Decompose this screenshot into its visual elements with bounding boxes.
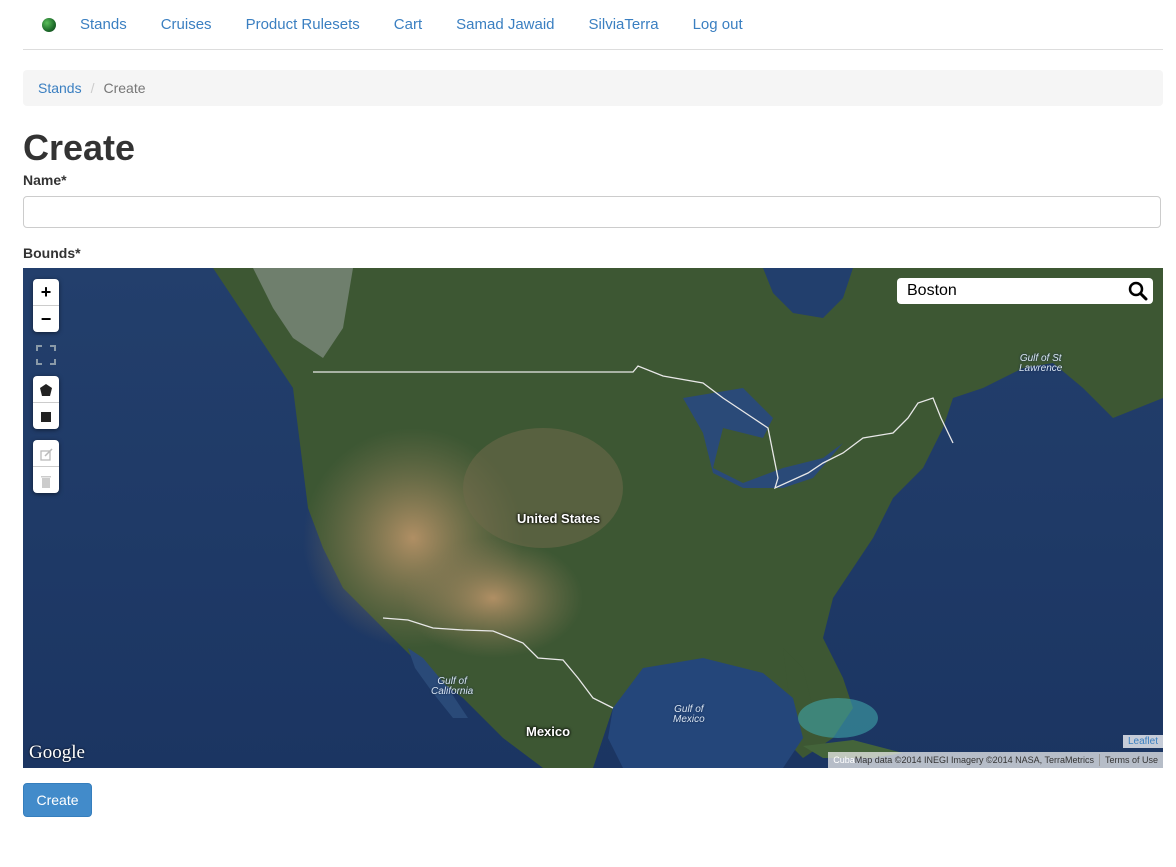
gulf-of-mexico-line2: Mexico [673,714,705,725]
attribution-prefix: Cuba [833,755,855,765]
edit-toolbar [33,440,59,493]
name-input[interactable] [23,196,1161,228]
nav-stands[interactable]: Stands [80,16,127,33]
breadcrumb-stands-link[interactable]: Stands [38,80,82,96]
zoom-out-button[interactable]: − [33,306,59,332]
zoom-control: + − [33,279,59,332]
nav-organization[interactable]: SilviaTerra [589,16,659,33]
bounds-map[interactable]: + − Boston United States Mexico Gulf of … [23,268,1163,768]
page-container: Stands Cruises Product Rulesets Cart Sam… [23,0,1163,817]
gulf-of-california-line2: California [431,686,474,697]
page-title: Create [23,127,136,168]
bounds-label: Bounds* [23,245,81,261]
trash-icon [41,475,51,488]
map-label-mexico: Mexico [526,724,571,739]
top-navbar: Stands Cruises Product Rulesets Cart Sam… [23,0,1163,50]
breadcrumb-current: Create [103,80,146,96]
name-label: Name* [23,172,67,188]
draw-rectangle-button[interactable] [33,403,59,429]
nav-cart[interactable]: Cart [394,16,422,33]
breadcrumb: Stands / Create [23,70,1163,106]
map-attribution-bar: Cuba Map data ©2014 INEGI Imagery ©2014 … [828,752,1163,768]
map-label-united-states: United States [517,511,601,526]
polygon-icon [40,384,52,397]
draw-toolbar [33,376,59,429]
map-label-gulf-of-st-lawrence: Gulf of St Lawrence [1019,354,1062,374]
create-button[interactable]: Create [23,783,92,817]
nav-cruises[interactable]: Cruises [161,16,212,33]
map-label-gulf-of-mexico: Gulf of Mexico [673,705,705,725]
google-logo: Google [29,742,85,763]
nav-user[interactable]: Samad Jawaid [456,16,554,33]
terms-of-use-link[interactable]: Terms of Use [1100,755,1163,765]
map-search-input[interactable] [905,281,1129,301]
nav-product-rulesets[interactable]: Product Rulesets [246,16,360,33]
globe-icon[interactable] [42,17,56,32]
nav-logout[interactable]: Log out [693,16,743,33]
map-search-box [897,278,1153,304]
edit-layers-button[interactable] [33,440,59,467]
map-label-gulf-of-california: Gulf of California [431,677,473,697]
fullscreen-icon[interactable] [35,344,57,366]
leaflet-attribution-link[interactable]: Leaflet [1122,735,1163,748]
delete-layers-button[interactable] [33,467,59,493]
search-icon[interactable] [1128,281,1148,301]
edit-icon [39,448,53,461]
gulf-of-st-lawrence-line2: Lawrence [1019,363,1063,374]
rectangle-icon [41,412,51,423]
map-data-attribution: Map data ©2014 INEGI Imagery ©2014 NASA,… [854,755,1094,765]
breadcrumb-separator: / [90,80,95,96]
zoom-in-button[interactable]: + [33,279,59,306]
draw-polygon-button[interactable] [33,376,59,403]
